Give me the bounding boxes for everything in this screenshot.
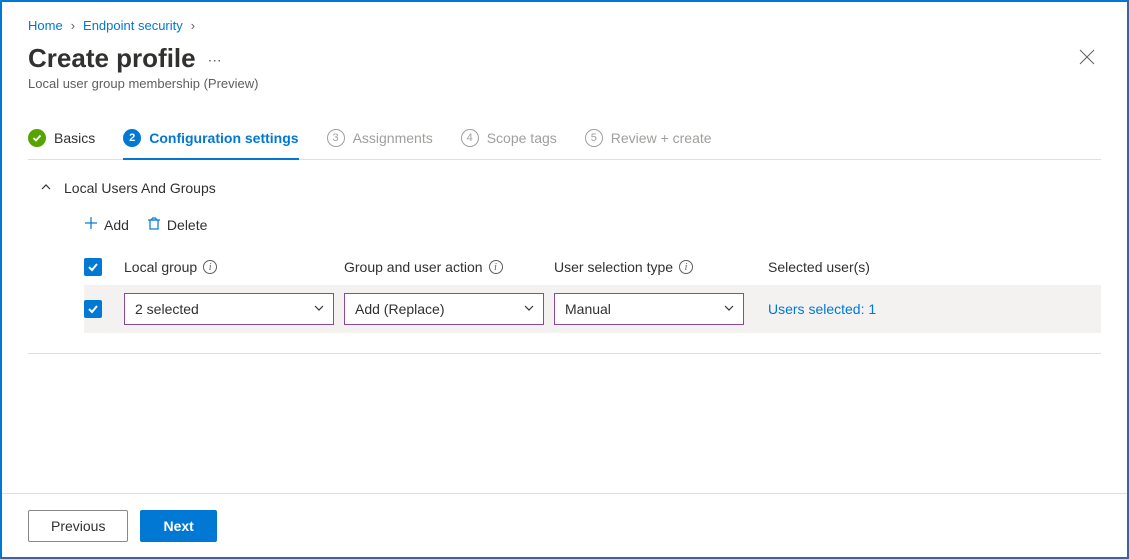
user-selection-type-select[interactable]: Manual <box>554 293 744 325</box>
chevron-down-icon <box>313 301 325 317</box>
select-value: Manual <box>565 301 611 317</box>
select-all-checkbox[interactable] <box>84 258 102 276</box>
step-review-create[interactable]: 5 Review + create <box>585 123 712 159</box>
step-label: Review + create <box>611 130 712 146</box>
chevron-down-icon <box>723 301 735 317</box>
step-label: Scope tags <box>487 130 557 146</box>
close-button[interactable] <box>1073 43 1101 74</box>
wizard-steps: Basics 2 Configuration settings 3 Assign… <box>28 123 1101 160</box>
chevron-right-icon: › <box>191 18 195 33</box>
chevron-down-icon <box>523 301 535 317</box>
table-header: Local group i Group and user action i Us… <box>84 249 1101 285</box>
step-number-icon: 2 <box>123 129 141 147</box>
step-basics[interactable]: Basics <box>28 123 95 159</box>
chevron-up-icon <box>40 180 52 196</box>
breadcrumb-home[interactable]: Home <box>28 18 63 33</box>
page-subtitle: Local user group membership (Preview) <box>28 76 258 91</box>
step-number-icon: 4 <box>461 129 479 147</box>
local-group-select[interactable]: 2 selected <box>124 293 334 325</box>
more-button[interactable]: ⋯ <box>208 52 224 69</box>
column-user-selection-type: User selection type <box>554 259 673 275</box>
next-button[interactable]: Next <box>140 510 216 542</box>
column-local-group: Local group <box>124 259 197 275</box>
delete-button[interactable]: Delete <box>147 216 207 233</box>
step-number-icon: 5 <box>585 129 603 147</box>
chevron-right-icon: › <box>71 18 75 33</box>
page-title: Create profile <box>28 43 196 74</box>
select-value: 2 selected <box>135 301 199 317</box>
check-icon <box>28 129 46 147</box>
toolbar-label: Delete <box>167 217 207 233</box>
select-value: Add (Replace) <box>355 301 445 317</box>
breadcrumb: Home › Endpoint security › <box>28 14 1101 43</box>
step-scope-tags[interactable]: 4 Scope tags <box>461 123 557 159</box>
plus-icon <box>84 216 98 233</box>
column-selected-users: Selected user(s) <box>768 259 870 275</box>
step-label: Assignments <box>353 130 433 146</box>
step-configuration-settings[interactable]: 2 Configuration settings <box>123 123 298 159</box>
step-number-icon: 3 <box>327 129 345 147</box>
info-icon[interactable]: i <box>489 260 503 274</box>
trash-icon <box>147 216 161 233</box>
table-row: 2 selected Add (Replace) Manual <box>84 285 1101 333</box>
breadcrumb-endpoint-security[interactable]: Endpoint security <box>83 18 183 33</box>
info-icon[interactable]: i <box>203 260 217 274</box>
step-label: Basics <box>54 130 95 146</box>
section-title: Local Users And Groups <box>64 180 216 196</box>
step-assignments[interactable]: 3 Assignments <box>327 123 433 159</box>
section-local-users-and-groups: Local Users And Groups Add Delete <box>28 180 1101 354</box>
column-group-user-action: Group and user action <box>344 259 483 275</box>
row-checkbox[interactable] <box>84 300 102 318</box>
info-icon[interactable]: i <box>679 260 693 274</box>
section-toggle[interactable]: Local Users And Groups <box>28 180 1101 196</box>
toolbar-label: Add <box>104 217 129 233</box>
footer: Previous Next <box>2 493 1127 557</box>
users-selected-link[interactable]: Users selected: 1 <box>768 301 876 317</box>
group-user-action-select[interactable]: Add (Replace) <box>344 293 544 325</box>
step-label: Configuration settings <box>149 130 298 146</box>
add-button[interactable]: Add <box>84 216 129 233</box>
previous-button[interactable]: Previous <box>28 510 128 542</box>
